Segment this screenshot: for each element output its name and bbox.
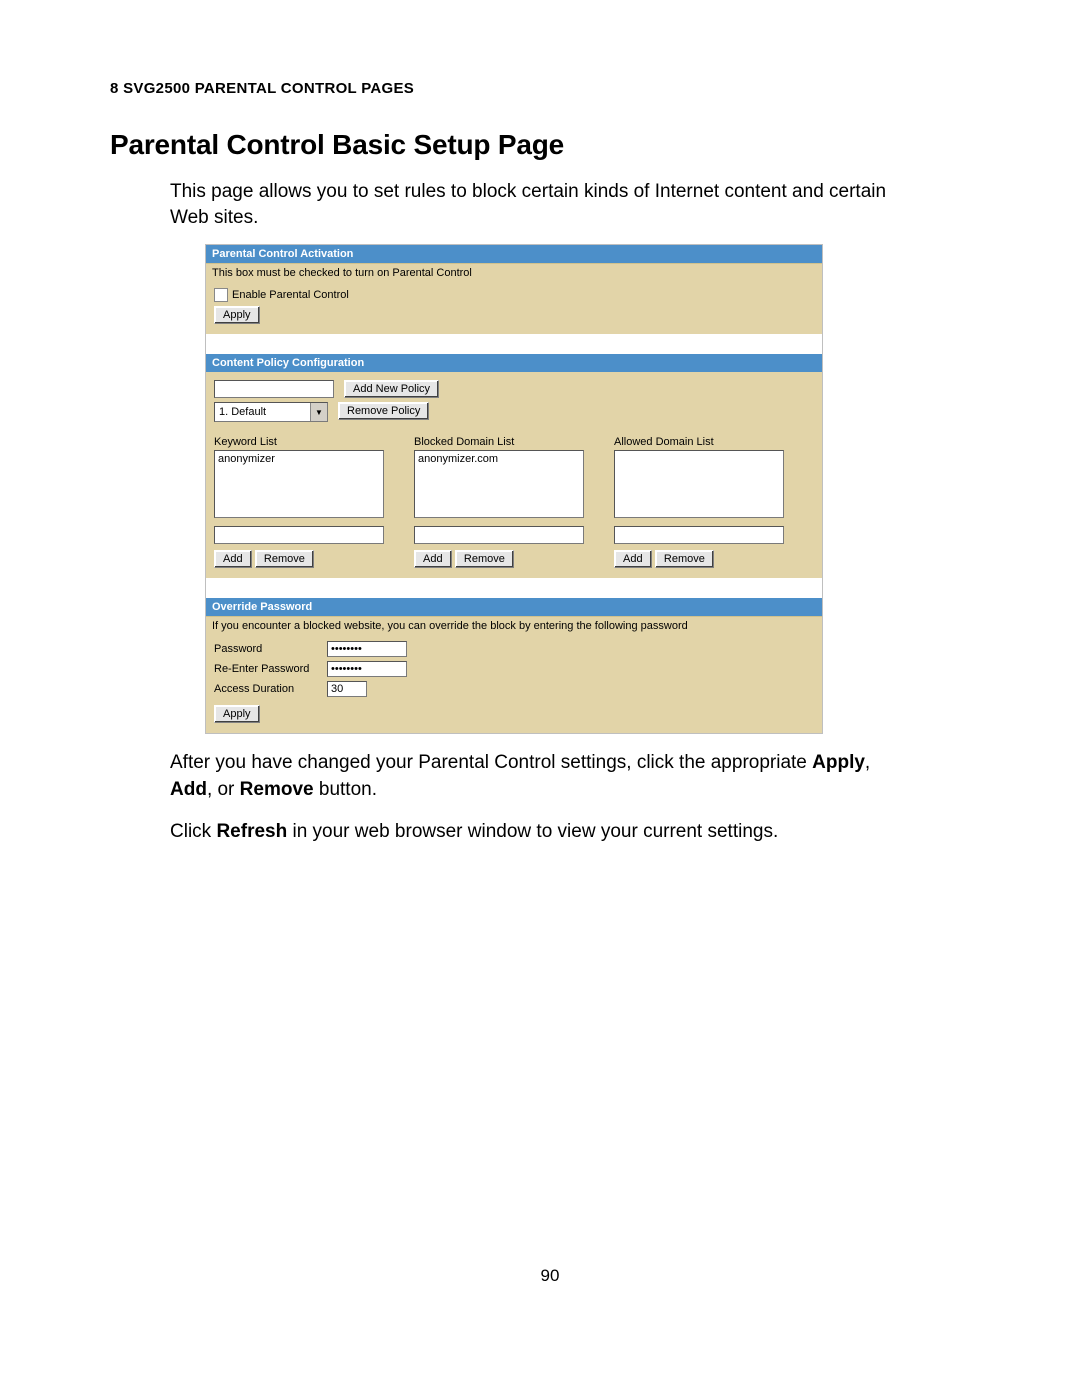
policy-select-value: 1. Default bbox=[219, 406, 266, 418]
blocked-listbox[interactable]: anonymizer.com bbox=[414, 450, 584, 518]
keyword-remove-button[interactable]: Remove bbox=[255, 550, 314, 568]
blocked-list-label: Blocked Domain List bbox=[414, 436, 584, 448]
blocked-remove-button[interactable]: Remove bbox=[455, 550, 514, 568]
page-heading: Parental Control Basic Setup Page bbox=[110, 129, 990, 161]
policy-header: Content Policy Configuration bbox=[206, 354, 822, 372]
blocked-item[interactable]: anonymizer.com bbox=[418, 453, 580, 465]
activation-apply-button[interactable]: Apply bbox=[214, 306, 260, 324]
chapter-label: 8 SVG2500 PARENTAL CONTROL PAGES bbox=[110, 80, 990, 97]
enable-checkbox[interactable] bbox=[214, 288, 228, 302]
keyword-input[interactable] bbox=[214, 526, 384, 544]
outro-2: Click Refresh in your web browser window… bbox=[170, 819, 900, 846]
keyword-list-label: Keyword List bbox=[214, 436, 384, 448]
remove-policy-button[interactable]: Remove Policy bbox=[338, 402, 429, 420]
policy-select[interactable]: 1. Default bbox=[214, 402, 328, 422]
enable-label: Enable Parental Control bbox=[232, 289, 349, 301]
access-duration-input[interactable] bbox=[327, 681, 367, 697]
allowed-listbox[interactable] bbox=[614, 450, 784, 518]
access-duration-label: Access Duration bbox=[214, 683, 319, 695]
allowed-list-label: Allowed Domain List bbox=[614, 436, 784, 448]
keyword-add-button[interactable]: Add bbox=[214, 550, 252, 568]
override-header: Override Password bbox=[206, 598, 822, 616]
page-number: 90 bbox=[110, 1266, 990, 1286]
activation-notice: This box must be checked to turn on Pare… bbox=[206, 263, 822, 282]
add-policy-button[interactable]: Add New Policy bbox=[344, 380, 439, 398]
password-input[interactable] bbox=[327, 641, 407, 657]
outro-1: After you have changed your Parental Con… bbox=[170, 750, 900, 803]
blocked-input[interactable] bbox=[414, 526, 584, 544]
keyword-listbox[interactable]: anonymizer bbox=[214, 450, 384, 518]
activation-header: Parental Control Activation bbox=[206, 245, 822, 263]
allowed-input[interactable] bbox=[614, 526, 784, 544]
override-notice: If you encounter a blocked website, you … bbox=[206, 616, 822, 635]
new-policy-input[interactable] bbox=[214, 380, 334, 398]
password-label: Password bbox=[214, 643, 319, 655]
chevron-down-icon[interactable] bbox=[310, 403, 327, 421]
reenter-password-label: Re-Enter Password bbox=[214, 663, 319, 675]
reenter-password-input[interactable] bbox=[327, 661, 407, 677]
keyword-item[interactable]: anonymizer bbox=[218, 453, 380, 465]
override-apply-button[interactable]: Apply bbox=[214, 705, 260, 723]
screenshot-panel: Parental Control Activation This box mus… bbox=[205, 244, 823, 734]
blocked-add-button[interactable]: Add bbox=[414, 550, 452, 568]
intro-text: This page allows you to set rules to blo… bbox=[170, 179, 900, 230]
allowed-add-button[interactable]: Add bbox=[614, 550, 652, 568]
allowed-remove-button[interactable]: Remove bbox=[655, 550, 714, 568]
